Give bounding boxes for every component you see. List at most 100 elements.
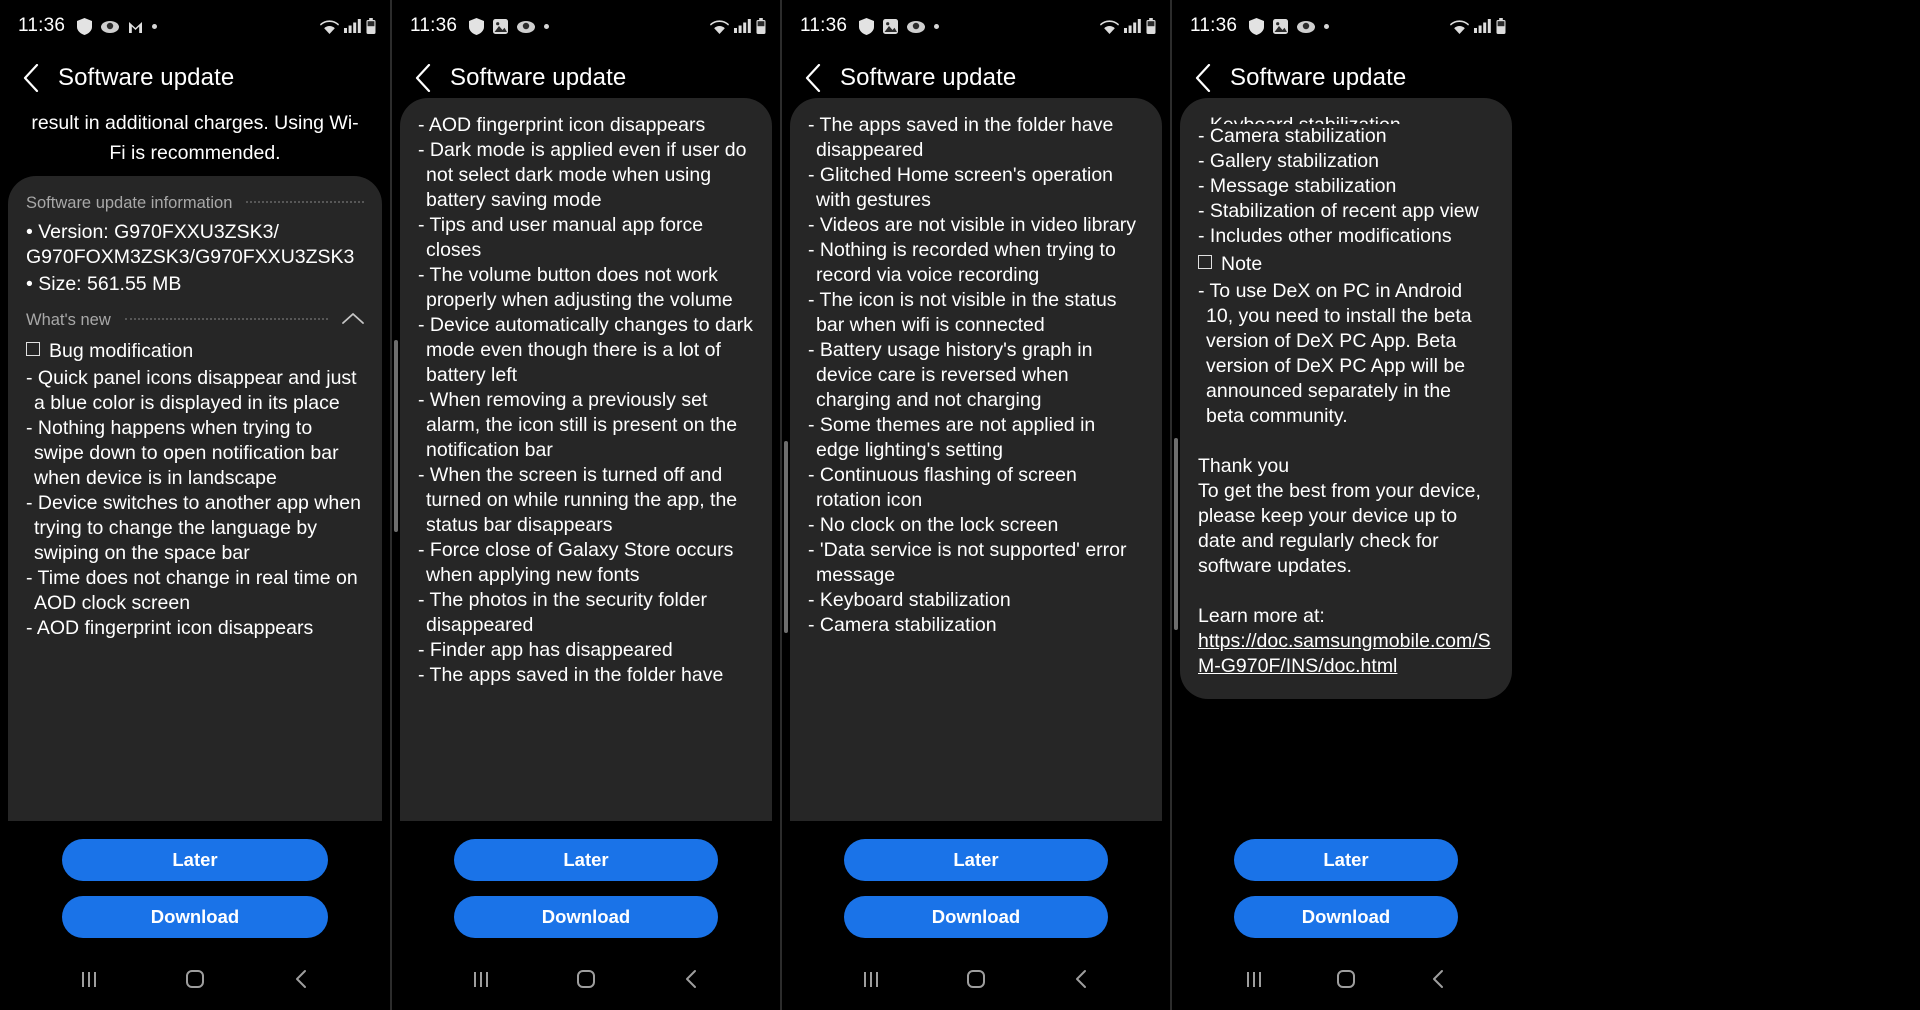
phone-screen-1: 11:36 Software update result in addition…: [0, 0, 392, 1010]
intro-text: result in additional charges. Using Wi-F…: [31, 112, 359, 164]
list-item: - Dark mode is applied even if user do n…: [418, 139, 747, 211]
chevron-left-icon[interactable]: [798, 63, 828, 93]
signal-icon: [734, 19, 751, 33]
status-system-icons: [320, 18, 376, 34]
list-item: - Nothing happens when trying to swipe d…: [26, 417, 339, 489]
back-icon[interactable]: [1416, 957, 1460, 1001]
home-icon[interactable]: [173, 957, 217, 1001]
back-icon[interactable]: [1059, 957, 1103, 1001]
wifi-icon: [1450, 19, 1469, 34]
later-button[interactable]: Later: [1234, 839, 1458, 881]
page-title: Software update: [840, 64, 1017, 91]
list-item: - Camera stabilization: [808, 614, 997, 636]
title-bar-3: Software update: [782, 52, 1170, 104]
page-title: Software update: [1230, 64, 1407, 91]
home-icon[interactable]: [564, 957, 608, 1001]
learn-more-link[interactable]: https://doc.samsungmobile.com/SM-G970F/I…: [1198, 630, 1491, 677]
list-item: - Force close of Galaxy Store occurs whe…: [418, 539, 734, 586]
list-item: - Continuous flashing of screen rotation…: [808, 464, 1077, 511]
status-notification-icons: [859, 17, 940, 35]
page-title: Software update: [58, 64, 235, 91]
recents-icon[interactable]: [459, 957, 503, 1001]
info-heading-label: Software update information: [26, 194, 233, 212]
list-item: - Quick panel icons disappear and just a…: [26, 367, 357, 414]
gallery-icon: [883, 18, 899, 34]
title-bar-1: Software update: [0, 52, 390, 104]
dotted-divider-2: [124, 317, 328, 320]
dot-icon: [152, 23, 158, 29]
list-item: - Glitched Home screen's operation with …: [808, 164, 1114, 211]
list-item: - Message stabilization: [1198, 175, 1397, 197]
cloud-icon: [1297, 19, 1316, 33]
later-button[interactable]: Later: [62, 839, 328, 881]
gmail-icon: [128, 19, 143, 34]
phone-screen-3: 11:36 Software update - The apps saved i…: [782, 0, 1172, 1010]
recents-icon[interactable]: [67, 957, 111, 1001]
status-notification-icons: [77, 17, 158, 35]
shield-icon: [859, 17, 875, 35]
download-button[interactable]: Download: [62, 896, 328, 938]
cloud-icon: [907, 19, 926, 33]
download-button[interactable]: Download: [1234, 896, 1458, 938]
wifi-icon: [710, 19, 729, 34]
status-time: 11:36: [800, 15, 848, 36]
navigation-bar-4: [1172, 948, 1520, 1010]
back-icon[interactable]: [279, 957, 323, 1001]
cloud-icon: [101, 19, 120, 33]
update-card-3: - The apps saved in the folder have disa…: [790, 98, 1162, 838]
bullet-list-3: - The apps saved in the folder have disa…: [808, 113, 1144, 638]
whats-new-label: What's new: [26, 311, 111, 329]
recents-icon[interactable]: [849, 957, 893, 1001]
status-bar-3: 11:36: [782, 0, 1170, 52]
later-button[interactable]: Later: [844, 839, 1108, 881]
chevron-up-icon[interactable]: [342, 311, 364, 330]
checkbox-square-icon: [26, 342, 40, 356]
phone-screen-2: 11:36 Software update - AOD fingerprint …: [392, 0, 782, 1010]
checkbox-square-icon: [1198, 255, 1212, 269]
list-item: - Camera stabilization: [1198, 125, 1387, 147]
back-icon[interactable]: [669, 957, 713, 1001]
whats-new-header[interactable]: What's new: [26, 311, 364, 330]
home-icon[interactable]: [954, 957, 998, 1001]
version-line-1: • Version: G970FXXU3ZSK3/: [26, 221, 279, 243]
list-item: - The volume button does not work proper…: [418, 264, 733, 311]
bug-modification-heading: Bug modification: [26, 337, 364, 366]
scrollbar-thumb[interactable]: [394, 340, 398, 532]
home-icon[interactable]: [1324, 957, 1368, 1001]
page-title: Software update: [450, 64, 627, 91]
chevron-left-icon[interactable]: [16, 63, 46, 93]
action-buttons-2: Later Download: [392, 821, 780, 938]
list-item: - Includes other modifications: [1198, 225, 1452, 247]
list-item: - Keyboard stabilization: [808, 589, 1011, 611]
title-bar-2: Software update: [392, 52, 780, 104]
later-button[interactable]: Later: [454, 839, 718, 881]
scrollbar-thumb[interactable]: [784, 441, 788, 633]
action-buttons-4: Later Download: [1172, 821, 1520, 938]
software-update-information-header: Software update information: [26, 194, 364, 213]
recents-icon[interactable]: [1232, 957, 1276, 1001]
version-row: • Version: G970FXXU3ZSK3/ G970FOXM3ZSK3/…: [26, 220, 364, 270]
battery-icon: [1146, 18, 1156, 34]
action-buttons-3: Later Download: [782, 821, 1170, 938]
status-system-icons: [1100, 18, 1156, 34]
chevron-left-icon[interactable]: [408, 63, 438, 93]
download-button[interactable]: Download: [844, 896, 1108, 938]
chevron-left-icon[interactable]: [1188, 63, 1218, 93]
navigation-bar-3: [782, 948, 1170, 1010]
status-system-icons: [1450, 18, 1506, 34]
navigation-bar-1: [0, 948, 390, 1010]
scrollbar-thumb[interactable]: [1174, 438, 1178, 630]
status-notification-icons: [469, 17, 550, 35]
list-item: - The photos in the security folder disa…: [418, 589, 708, 636]
list-item: - Device switches to another app when tr…: [26, 492, 361, 564]
signal-icon: [1474, 19, 1491, 33]
note-label: Note: [1221, 253, 1263, 275]
note-body: - To use DeX on PC in Android 10, you ne…: [1198, 280, 1472, 427]
dot-icon: [1324, 23, 1330, 29]
thanks-line-1: Thank you: [1198, 455, 1290, 477]
gallery-icon: [1273, 18, 1289, 34]
size-row: • Size: 561.55 MB: [26, 273, 182, 295]
download-button[interactable]: Download: [454, 896, 718, 938]
